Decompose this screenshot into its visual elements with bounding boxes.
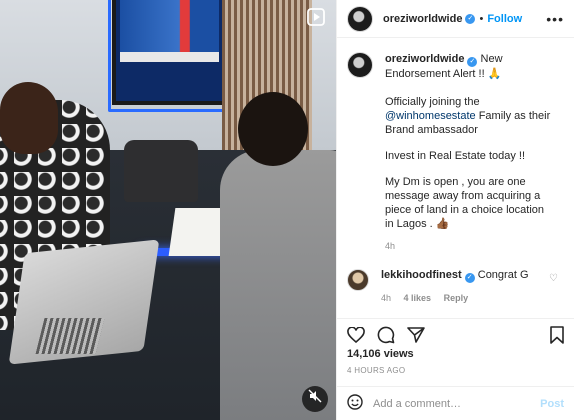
tv-picture [120, 0, 219, 52]
post-button[interactable]: Post [540, 398, 564, 410]
reply-button[interactable]: Reply [444, 293, 469, 303]
post-header: oreziworldwide ✓ • Follow ••• [337, 0, 574, 38]
caption-line-2: Officially joining the @winhomesestate F… [385, 95, 555, 137]
post-details-panel: oreziworldwide ✓ • Follow ••• oreziworld… [336, 0, 574, 420]
handbag [124, 140, 198, 202]
comment-time: 4h [381, 293, 392, 303]
laptop-keyboard [35, 318, 105, 354]
separator-dot: • [479, 12, 484, 25]
caption-line-1: oreziworldwide ✓ New Endorsement Alert !!… [385, 52, 555, 81]
add-comment-bar: Post [337, 386, 574, 420]
comment-item: lekkihoodfinest ✓ Congrat G 4h 4 likes Re… [347, 269, 564, 303]
author-avatar[interactable] [347, 5, 373, 32]
mute-button[interactable] [302, 386, 328, 412]
signing-man-head [238, 92, 308, 166]
mention-link[interactable]: @winhomesestate [385, 110, 476, 122]
post-timestamp: 4 HOURS AGO [347, 366, 406, 375]
caption-username[interactable]: oreziworldwide [385, 53, 464, 65]
caption-line-3: Invest in Real Estate today !! [385, 150, 526, 162]
comment-meta: 4h 4 likes Reply [381, 293, 529, 303]
caption: oreziworldwide ✓ New Endorsement Alert !!… [347, 52, 564, 253]
signing-man [220, 150, 336, 420]
more-icon[interactable]: ••• [546, 11, 564, 27]
bookmark-icon[interactable] [550, 326, 564, 349]
video-icon [306, 8, 326, 28]
muted-speaker-icon [308, 389, 322, 403]
emoji-icon[interactable] [347, 393, 363, 414]
verified-badge-icon: ✓ [465, 13, 476, 24]
follow-button[interactable]: Follow [487, 13, 522, 25]
post-media[interactable] [0, 0, 336, 420]
share-icon[interactable] [407, 326, 425, 349]
caption-line-4: My Dm is open , you are one message away… [385, 176, 544, 230]
author-username[interactable]: oreziworldwide [383, 13, 462, 25]
comment-icon[interactable] [377, 326, 395, 349]
caption-time: 4h [385, 241, 396, 251]
tv-screen [112, 0, 227, 105]
comment-input[interactable] [373, 397, 523, 410]
comment-likes[interactable]: 4 likes [404, 293, 432, 303]
heart-icon[interactable] [347, 326, 365, 348]
action-bar [337, 318, 574, 348]
comment-like-icon[interactable]: ♡ [549, 273, 558, 284]
verified-badge-icon: ✓ [467, 57, 478, 67]
verified-badge-icon: ✓ [464, 273, 475, 283]
comment-text-line: lekkihoodfinest ✓ Congrat G [381, 269, 529, 283]
comment-body: lekkihoodfinest ✓ Congrat G 4h 4 likes Re… [381, 269, 529, 303]
caption-text-part: Officially joining the [385, 96, 480, 108]
comments-section: oreziworldwide ✓ New Endorsement Alert !!… [337, 52, 574, 303]
comment-text: Congrat G [477, 269, 529, 281]
commenter-username[interactable]: lekkihoodfinest [381, 269, 462, 281]
tv-ticker [120, 52, 219, 62]
commenter-avatar[interactable] [347, 269, 369, 291]
seated-woman-head [0, 82, 58, 154]
caption-text: oreziworldwide ✓ New Endorsement Alert !!… [385, 52, 555, 253]
view-count[interactable]: 14,106 views [347, 348, 414, 360]
caption-avatar[interactable] [347, 52, 373, 78]
